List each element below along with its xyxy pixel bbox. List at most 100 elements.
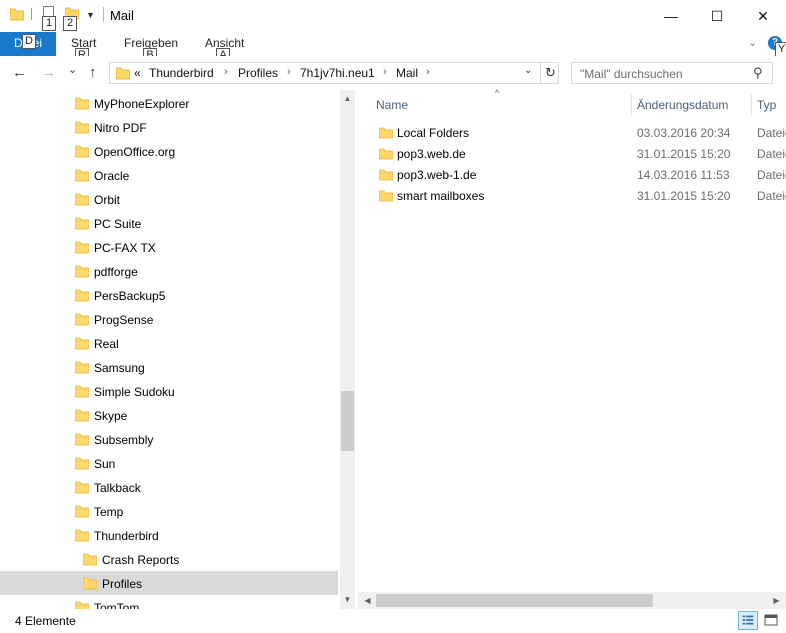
tree-item[interactable]: Nitro PDF: [0, 115, 338, 139]
back-button[interactable]: ←: [12, 64, 27, 81]
tree-item[interactable]: ProgSense: [0, 307, 338, 331]
folder-icon: [75, 313, 89, 326]
tree-item[interactable]: Sun: [0, 451, 338, 475]
tree-item[interactable]: Oracle: [0, 163, 338, 187]
tree-item-label: Orbit: [94, 193, 121, 207]
recent-locations-button[interactable]: ⌄: [68, 63, 77, 76]
breadcrumb-separator-icon[interactable]: ›: [426, 66, 430, 78]
tree-item[interactable]: pdfforge: [0, 259, 338, 283]
folder-icon: [75, 601, 89, 609]
tree-item[interactable]: Subsembly: [0, 427, 338, 451]
chevron-down-icon[interactable]: ⌄: [524, 65, 532, 76]
breadcrumb-separator-icon[interactable]: ›: [383, 66, 387, 78]
scroll-thumb[interactable]: [341, 391, 354, 451]
breadcrumb-profile-folder[interactable]: 7h1jv7hi.neu1: [300, 66, 375, 80]
tree-item-label: Thunderbird: [94, 529, 159, 543]
tree-item[interactable]: OpenOffice.org: [0, 139, 338, 163]
customize-quick-access-icon[interactable]: ▼: [86, 10, 95, 20]
tree-item-label: Subsembly: [94, 433, 154, 447]
column-divider[interactable]: [631, 94, 632, 116]
tree-item[interactable]: Crash Reports: [0, 547, 338, 571]
file-row[interactable]: Local Folders 03.03.2016 20:34 Dateio: [365, 122, 786, 143]
scroll-right-icon[interactable]: ▶: [769, 592, 784, 609]
scroll-down-icon[interactable]: ▼: [340, 593, 355, 607]
folder-icon: [75, 433, 89, 446]
file-list-horizontal-scrollbar[interactable]: ◀ ▶: [358, 592, 786, 609]
search-icon[interactable]: ⚲: [753, 65, 763, 81]
scroll-thumb[interactable]: [376, 594, 653, 607]
folder-icon: [75, 505, 89, 518]
breadcrumb-mail[interactable]: Mail: [396, 66, 418, 80]
tree-item[interactable]: PersBackup5: [0, 283, 338, 307]
maximize-button[interactable]: ☐: [694, 0, 740, 32]
tree-item-label: Samsung: [94, 361, 145, 375]
breadcrumb-overflow[interactable]: «: [134, 66, 141, 80]
file-name: pop3.web.de: [397, 147, 466, 161]
folder-icon: [75, 193, 89, 206]
tree-item-label: Nitro PDF: [94, 121, 147, 135]
folder-icon: [75, 289, 89, 302]
tree-item[interactable]: Orbit: [0, 187, 338, 211]
search-input[interactable]: "Mail" durchsuchen: [580, 67, 683, 81]
scroll-up-icon[interactable]: ▲: [340, 92, 355, 106]
folder-icon: [116, 67, 130, 80]
file-date: 31.01.2015 15:20: [637, 189, 731, 203]
breadcrumb-separator-icon[interactable]: ›: [287, 66, 291, 78]
breadcrumb-profiles[interactable]: Profiles: [238, 66, 278, 80]
column-divider[interactable]: [751, 94, 752, 116]
tree-item[interactable]: Real: [0, 331, 338, 355]
folder-icon: [75, 409, 89, 422]
keytip-help: Y: [775, 42, 786, 57]
file-row[interactable]: smart mailboxes 31.01.2015 15:20 Dateio: [365, 185, 786, 206]
folder-icon: [75, 337, 89, 350]
column-date[interactable]: Änderungsdatum: [637, 98, 728, 112]
tree-item[interactable]: Temp: [0, 499, 338, 523]
refresh-icon[interactable]: ↻: [540, 63, 560, 83]
column-name[interactable]: Name: [376, 98, 408, 112]
breadcrumb-separator-icon[interactable]: ›: [224, 66, 228, 78]
details-view-icon[interactable]: [738, 611, 758, 630]
tree-item-label: Temp: [94, 505, 124, 519]
address-bar[interactable]: « Thunderbird › Profiles › 7h1jv7hi.neu1…: [109, 62, 559, 84]
column-type[interactable]: Typ: [757, 98, 776, 112]
forward-button[interactable]: →: [41, 64, 56, 81]
column-header: ^ Name Änderungsdatum Typ: [365, 88, 786, 118]
tree-item[interactable]: Samsung: [0, 355, 338, 379]
tree-vertical-scrollbar[interactable]: ▲ ▼: [340, 90, 355, 609]
tree-item[interactable]: Talkback: [0, 475, 338, 499]
folder-icon: [75, 457, 89, 470]
expand-ribbon-icon[interactable]: ⌄: [748, 36, 757, 49]
tree-item[interactable]: Simple Sudoku: [0, 379, 338, 403]
tree-item[interactable]: Thunderbird: [0, 523, 338, 547]
folder-icon: [75, 97, 89, 110]
large-icons-view-icon[interactable]: [762, 612, 780, 629]
search-box[interactable]: "Mail" durchsuchen ⚲: [571, 62, 773, 84]
scroll-left-icon[interactable]: ◀: [360, 592, 375, 609]
close-button[interactable]: ✕: [740, 0, 786, 32]
folder-icon: [75, 121, 89, 134]
folder-icon[interactable]: [10, 7, 24, 21]
tree-item[interactable]: Profiles: [0, 571, 338, 595]
navigation-pane: MyPhoneExplorer Nitro PDF OpenOffice.org Or…: [0, 90, 340, 609]
tree-item[interactable]: TomTom: [0, 595, 338, 609]
breadcrumb-thunderbird[interactable]: Thunderbird: [149, 66, 214, 80]
tree-item-label: Skype: [94, 409, 128, 423]
tree-item[interactable]: Skype: [0, 403, 338, 427]
tree-item-label: Simple Sudoku: [94, 385, 175, 399]
file-row[interactable]: pop3.web-1.de 14.03.2016 11:53 Dateio: [365, 164, 786, 185]
file-row[interactable]: pop3.web.de 31.01.2015 15:20 Dateio: [365, 143, 786, 164]
keytip-2: 2: [63, 16, 77, 31]
file-list: Local Folders03.03.2016 20:34Dateiopop3.…: [365, 122, 786, 606]
tree-item-label: pdfforge: [94, 265, 138, 279]
sort-ascending-icon: ^: [495, 88, 500, 98]
keytip-1: 1: [42, 16, 56, 31]
keytip-file: D: [22, 34, 36, 49]
minimize-button[interactable]: —: [648, 0, 694, 32]
tree-item[interactable]: MyPhoneExplorer: [0, 91, 338, 115]
tree-item[interactable]: PC Suite: [0, 211, 338, 235]
tree-item-label: Sun: [94, 457, 116, 471]
folder-icon: [75, 265, 89, 278]
tree-item-label: OpenOffice.org: [94, 145, 176, 159]
tree-item[interactable]: PC-FAX TX: [0, 235, 338, 259]
up-button[interactable]: ↑: [89, 64, 97, 81]
